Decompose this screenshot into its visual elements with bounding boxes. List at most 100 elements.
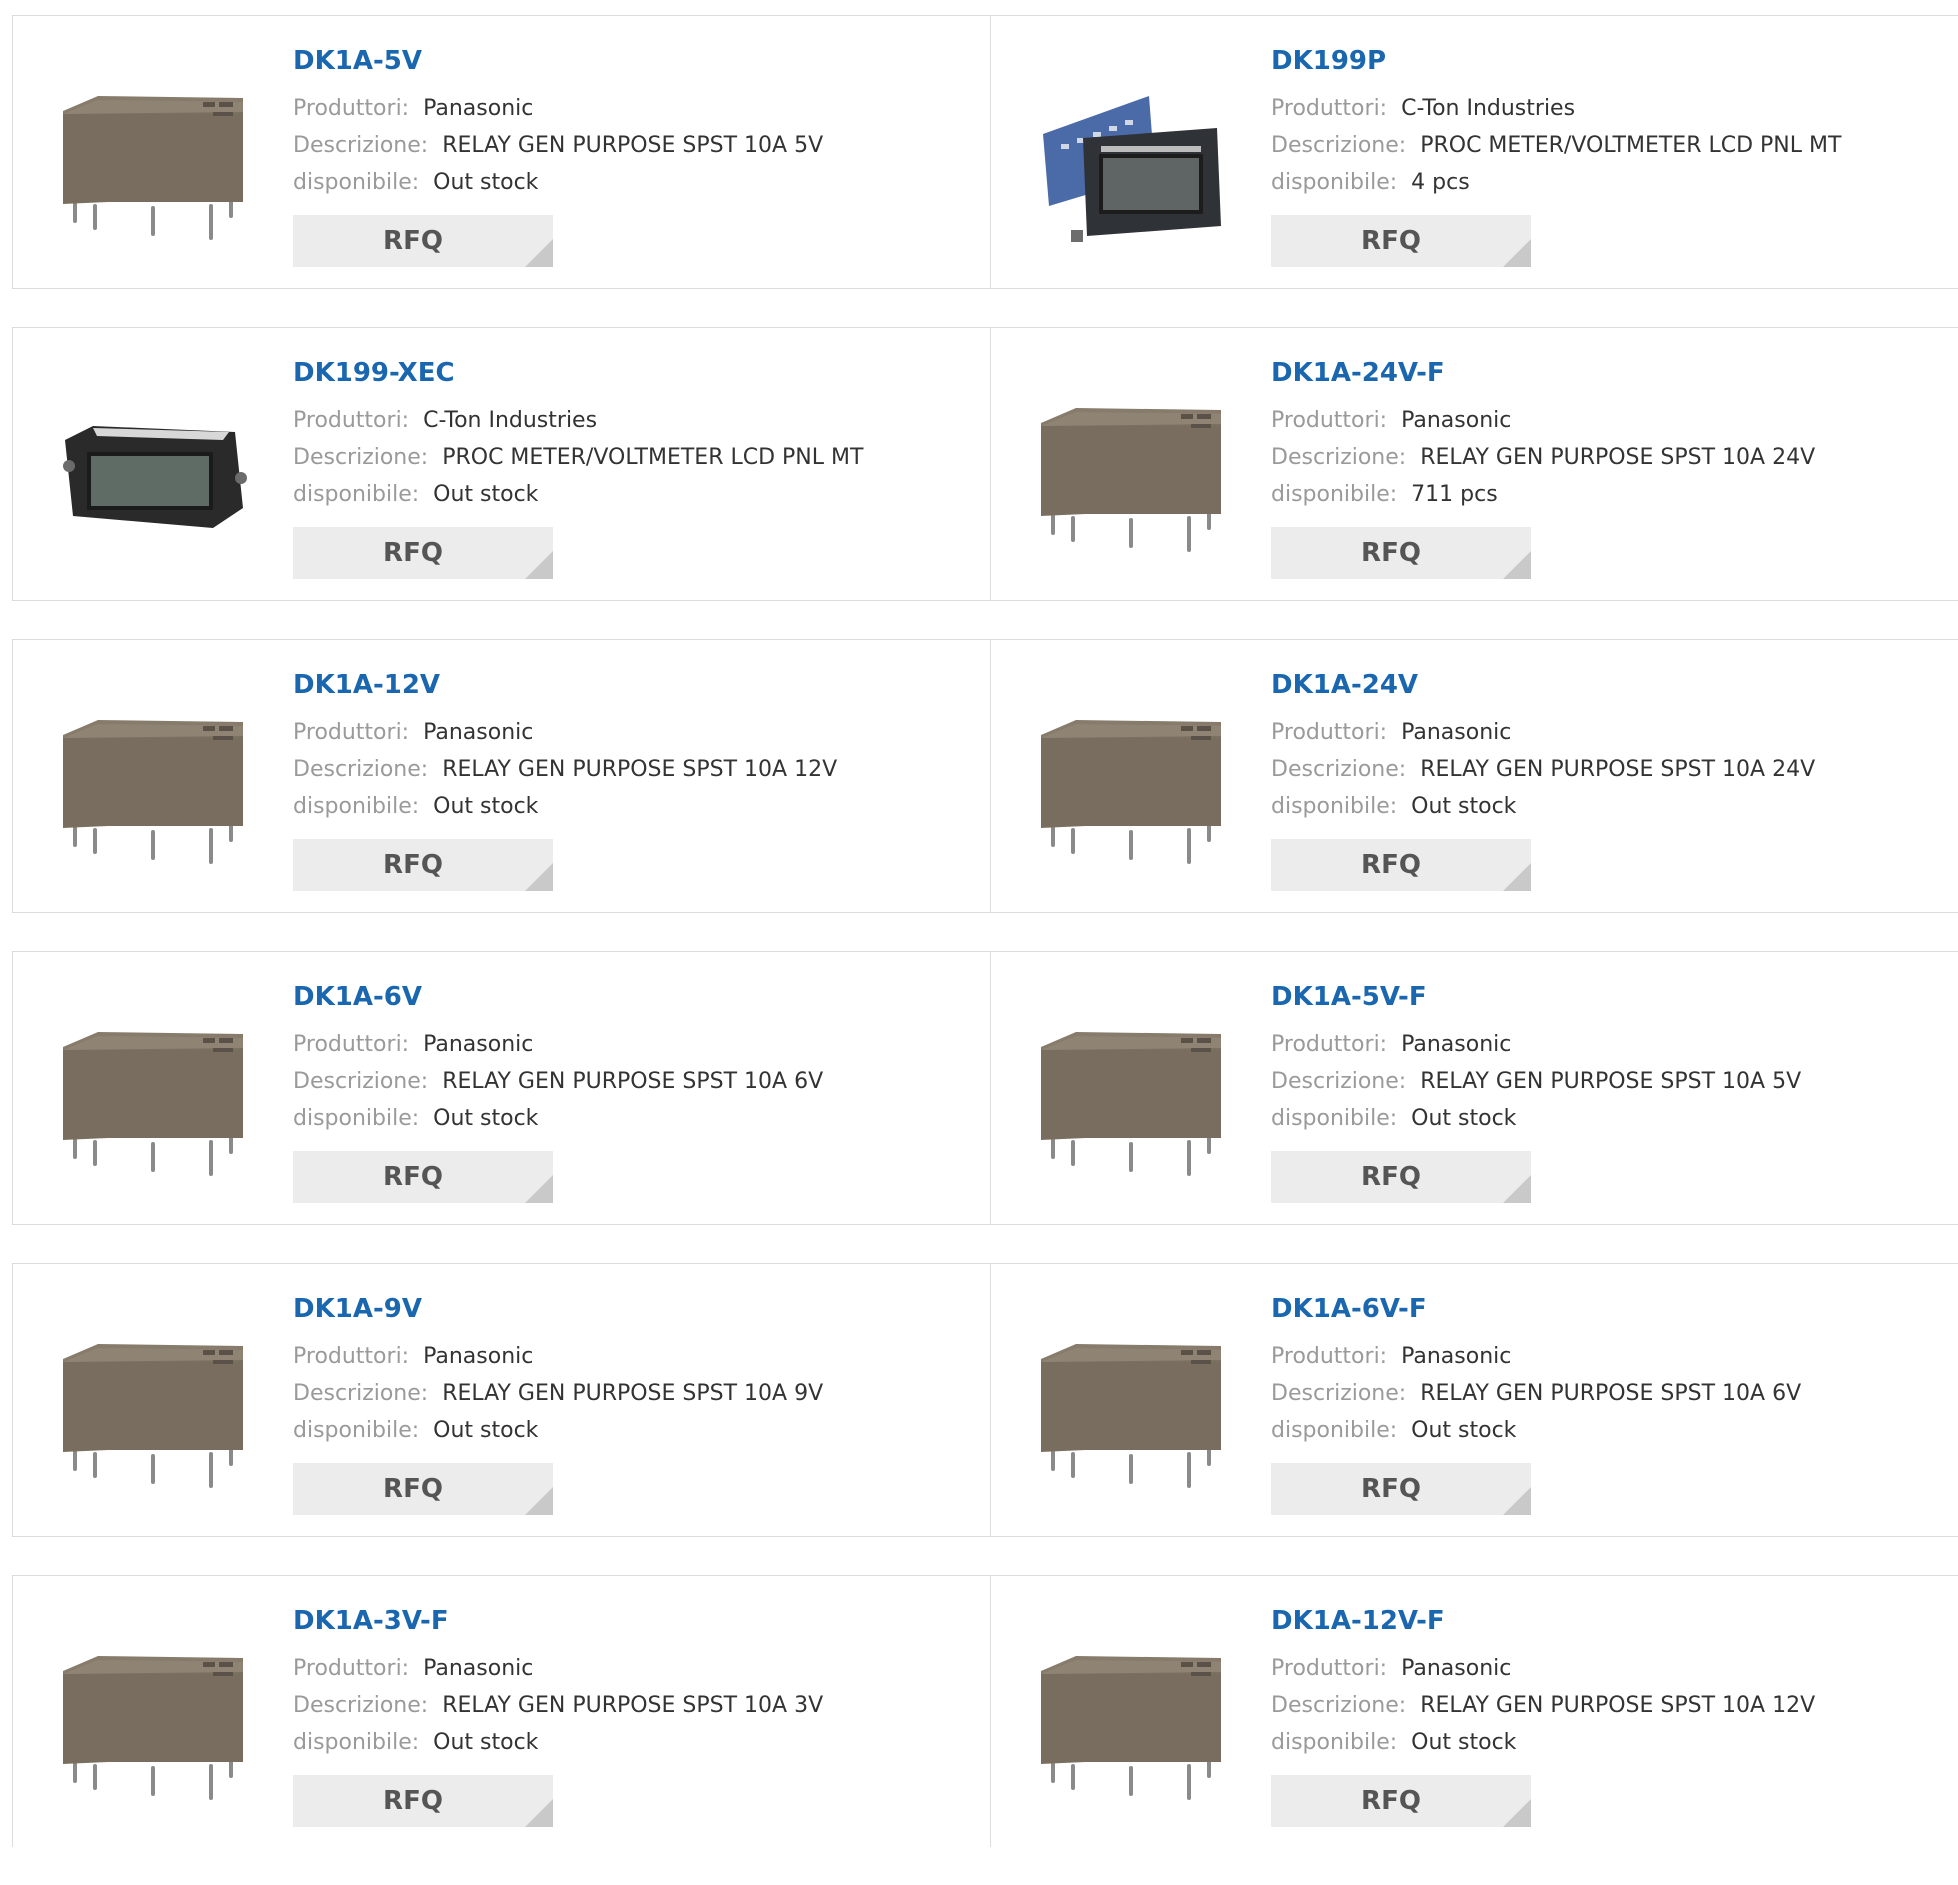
rfq-button[interactable]: RFQ	[293, 1775, 553, 1827]
rfq-button[interactable]: RFQ	[1271, 1463, 1531, 1515]
description-value: RELAY GEN PURPOSE SPST 10A 6V	[442, 1069, 824, 1094]
relay-icon[interactable]	[53, 1616, 253, 1816]
availability-label: disponibile:	[1271, 1418, 1398, 1443]
availability-label: disponibile:	[293, 482, 420, 507]
availability-label: disponibile:	[1271, 1730, 1398, 1755]
product-link[interactable]: DK1A-24V	[1271, 668, 1815, 702]
corner-decoration	[525, 551, 553, 579]
corner-decoration	[525, 239, 553, 267]
product-link[interactable]: DK1A-6V-F	[1271, 1292, 1801, 1326]
relay-icon[interactable]	[1031, 680, 1231, 880]
manufacturer-value: Panasonic	[423, 1344, 534, 1369]
description-value: PROC METER/VOLTMETER LCD PNL MT	[442, 445, 864, 470]
product-card: DK1A-5V-F Produttori: Panasonic Descrizio…	[991, 952, 1958, 1224]
product-link[interactable]: DK1A-24V-F	[1271, 356, 1815, 390]
rfq-label: RFQ	[383, 538, 443, 568]
relay-icon[interactable]	[53, 56, 253, 256]
rfq-label: RFQ	[1361, 1786, 1421, 1816]
rfq-button[interactable]: RFQ	[1271, 1775, 1531, 1827]
description-value: RELAY GEN PURPOSE SPST 10A 9V	[442, 1381, 824, 1406]
corner-decoration	[525, 1175, 553, 1203]
rfq-button[interactable]: RFQ	[293, 839, 553, 891]
manufacturer-value: Panasonic	[423, 1656, 534, 1681]
relay-icon[interactable]	[1031, 368, 1231, 568]
product-link[interactable]: DK1A-6V	[293, 980, 823, 1014]
manufacturer-label: Produttori:	[1271, 1656, 1388, 1681]
availability-value: Out stock	[1411, 1730, 1517, 1755]
product-link[interactable]: DK1A-3V-F	[293, 1604, 823, 1638]
panel-meter-icon[interactable]	[53, 368, 253, 568]
rfq-label: RFQ	[1361, 1162, 1421, 1192]
product-card: DK1A-6V Produttori: Panasonic Descrizione…	[13, 952, 991, 1224]
product-link[interactable]: DK199-XEC	[293, 356, 863, 390]
product-link[interactable]: DK1A-5V	[293, 44, 823, 78]
availability-value: Out stock	[433, 170, 539, 195]
manufacturer-value: Panasonic	[1401, 408, 1512, 433]
rfq-button[interactable]: RFQ	[1271, 215, 1531, 267]
description-label: Descrizione:	[293, 1069, 429, 1094]
availability-label: disponibile:	[1271, 794, 1398, 819]
corner-decoration	[1503, 1487, 1531, 1515]
product-card: DK1A-24V Produttori: Panasonic Descrizion…	[991, 640, 1958, 912]
rfq-label: RFQ	[383, 1786, 443, 1816]
corner-decoration	[1503, 239, 1531, 267]
manufacturer-label: Produttori:	[1271, 1032, 1388, 1057]
availability-label: disponibile:	[1271, 170, 1398, 195]
product-card: DK1A-5V Produttori: Panasonic Descrizione…	[13, 16, 991, 288]
description-label: Descrizione:	[1271, 1069, 1407, 1094]
rfq-button[interactable]: RFQ	[293, 1463, 553, 1515]
product-link[interactable]: DK1A-12V-F	[1271, 1604, 1815, 1638]
relay-icon[interactable]	[1031, 1304, 1231, 1504]
relay-icon[interactable]	[53, 1304, 253, 1504]
product-link[interactable]: DK1A-12V	[293, 668, 837, 702]
rfq-button[interactable]: RFQ	[293, 527, 553, 579]
relay-icon[interactable]	[53, 992, 253, 1192]
product-link[interactable]: DK199P	[1271, 44, 1841, 78]
product-card: DK1A-9V Produttori: Panasonic Descrizione…	[13, 1264, 991, 1536]
availability-value: Out stock	[1411, 1418, 1517, 1443]
description-label: Descrizione:	[1271, 445, 1407, 470]
product-row: DK1A-9V Produttori: Panasonic Descrizione…	[12, 1263, 1958, 1537]
description-value: RELAY GEN PURPOSE SPST 10A 24V	[1420, 757, 1816, 782]
availability-label: disponibile:	[1271, 1106, 1398, 1131]
availability-value: Out stock	[1411, 1106, 1517, 1131]
corner-decoration	[525, 1799, 553, 1827]
availability-value: 711 pcs	[1411, 482, 1498, 507]
manufacturer-label: Produttori:	[1271, 408, 1388, 433]
panel-meter-board-icon[interactable]	[1031, 56, 1231, 256]
rfq-label: RFQ	[1361, 226, 1421, 256]
rfq-button[interactable]: RFQ	[293, 215, 553, 267]
description-value: RELAY GEN PURPOSE SPST 10A 6V	[1420, 1381, 1802, 1406]
product-row: DK1A-6V Produttori: Panasonic Descrizione…	[12, 951, 1958, 1225]
manufacturer-label: Produttori:	[293, 1032, 410, 1057]
rfq-button[interactable]: RFQ	[1271, 1151, 1531, 1203]
description-label: Descrizione:	[293, 133, 429, 158]
manufacturer-value: Panasonic	[423, 1032, 534, 1057]
manufacturer-value: Panasonic	[1401, 720, 1512, 745]
manufacturer-label: Produttori:	[293, 720, 410, 745]
availability-value: Out stock	[433, 794, 539, 819]
manufacturer-value: Panasonic	[1401, 1344, 1512, 1369]
manufacturer-label: Produttori:	[1271, 1344, 1388, 1369]
relay-icon[interactable]	[1031, 1616, 1231, 1816]
manufacturer-value: Panasonic	[423, 720, 534, 745]
description-value: RELAY GEN PURPOSE SPST 10A 5V	[442, 133, 824, 158]
rfq-button[interactable]: RFQ	[1271, 839, 1531, 891]
corner-decoration	[525, 1487, 553, 1515]
relay-icon[interactable]	[53, 680, 253, 880]
manufacturer-label: Produttori:	[1271, 96, 1388, 121]
relay-icon[interactable]	[1031, 992, 1231, 1192]
rfq-button[interactable]: RFQ	[293, 1151, 553, 1203]
product-card: DK199-XEC Produttori: C-Ton Industries De…	[13, 328, 991, 600]
product-link[interactable]: DK1A-9V	[293, 1292, 823, 1326]
product-row: DK1A-5V Produttori: Panasonic Descrizione…	[12, 15, 1958, 289]
manufacturer-label: Produttori:	[293, 96, 410, 121]
rfq-button[interactable]: RFQ	[1271, 527, 1531, 579]
description-label: Descrizione:	[1271, 757, 1407, 782]
availability-value: Out stock	[433, 1418, 539, 1443]
manufacturer-value: Panasonic	[423, 96, 534, 121]
corner-decoration	[1503, 551, 1531, 579]
rfq-label: RFQ	[383, 1162, 443, 1192]
product-link[interactable]: DK1A-5V-F	[1271, 980, 1801, 1014]
manufacturer-label: Produttori:	[1271, 720, 1388, 745]
